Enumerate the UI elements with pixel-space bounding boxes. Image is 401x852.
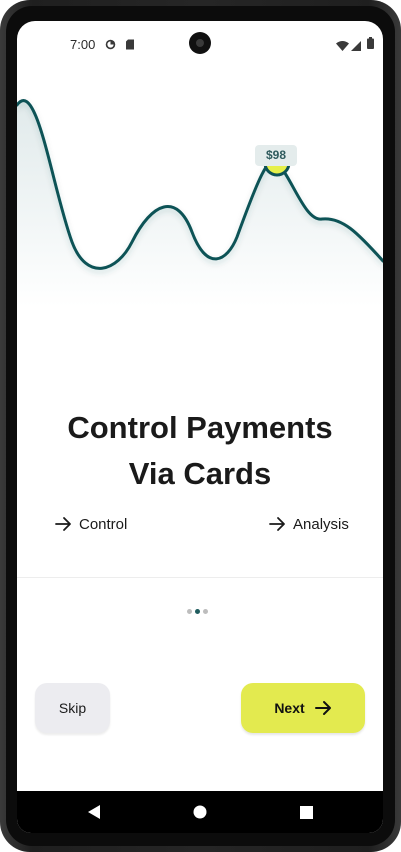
page-dot-active[interactable] [195, 609, 200, 614]
feature-analysis: Analysis [269, 513, 349, 535]
app-screen: 7:00 $98 Control Payments Via Cards Cont… [17, 21, 383, 833]
title-line-1: Control Payments [67, 410, 333, 445]
device-frame: 7:00 $98 Control Payments Via Cards Cont… [0, 0, 401, 852]
onboarding-title: Control Payments Via Cards [17, 405, 383, 497]
feature-control: Control [55, 513, 127, 535]
skip-button[interactable]: Skip [35, 683, 110, 733]
sd-card-icon [125, 37, 135, 55]
status-bar: 7:00 [17, 21, 383, 67]
page-indicator [187, 609, 208, 614]
feature-label: Analysis [293, 515, 349, 533]
sync-icon [105, 37, 116, 55]
arrow-right-icon [55, 517, 71, 531]
divider [17, 577, 383, 578]
arrow-right-icon [314, 701, 331, 715]
signal-icon [351, 38, 361, 56]
system-nav-bar [17, 791, 383, 833]
battery-icon [367, 36, 374, 54]
home-icon[interactable] [190, 802, 210, 822]
price-tooltip: $98 [255, 145, 297, 166]
chart-area-fill [17, 100, 383, 307]
front-camera [189, 32, 211, 54]
next-button-label: Next [274, 700, 305, 716]
recents-icon[interactable] [296, 802, 316, 822]
feature-label: Control [79, 515, 128, 533]
page-dot[interactable] [187, 609, 192, 614]
wifi-icon [336, 38, 349, 56]
back-icon[interactable] [84, 802, 104, 822]
title-line-2: Via Cards [128, 456, 272, 491]
arrow-right-icon [269, 517, 285, 531]
next-button[interactable]: Next [241, 683, 365, 733]
status-time: 7:00 [70, 37, 96, 52]
price-chart-svg [17, 99, 383, 307]
price-chart-illustration: $98 [17, 67, 383, 307]
page-dot[interactable] [203, 609, 208, 614]
